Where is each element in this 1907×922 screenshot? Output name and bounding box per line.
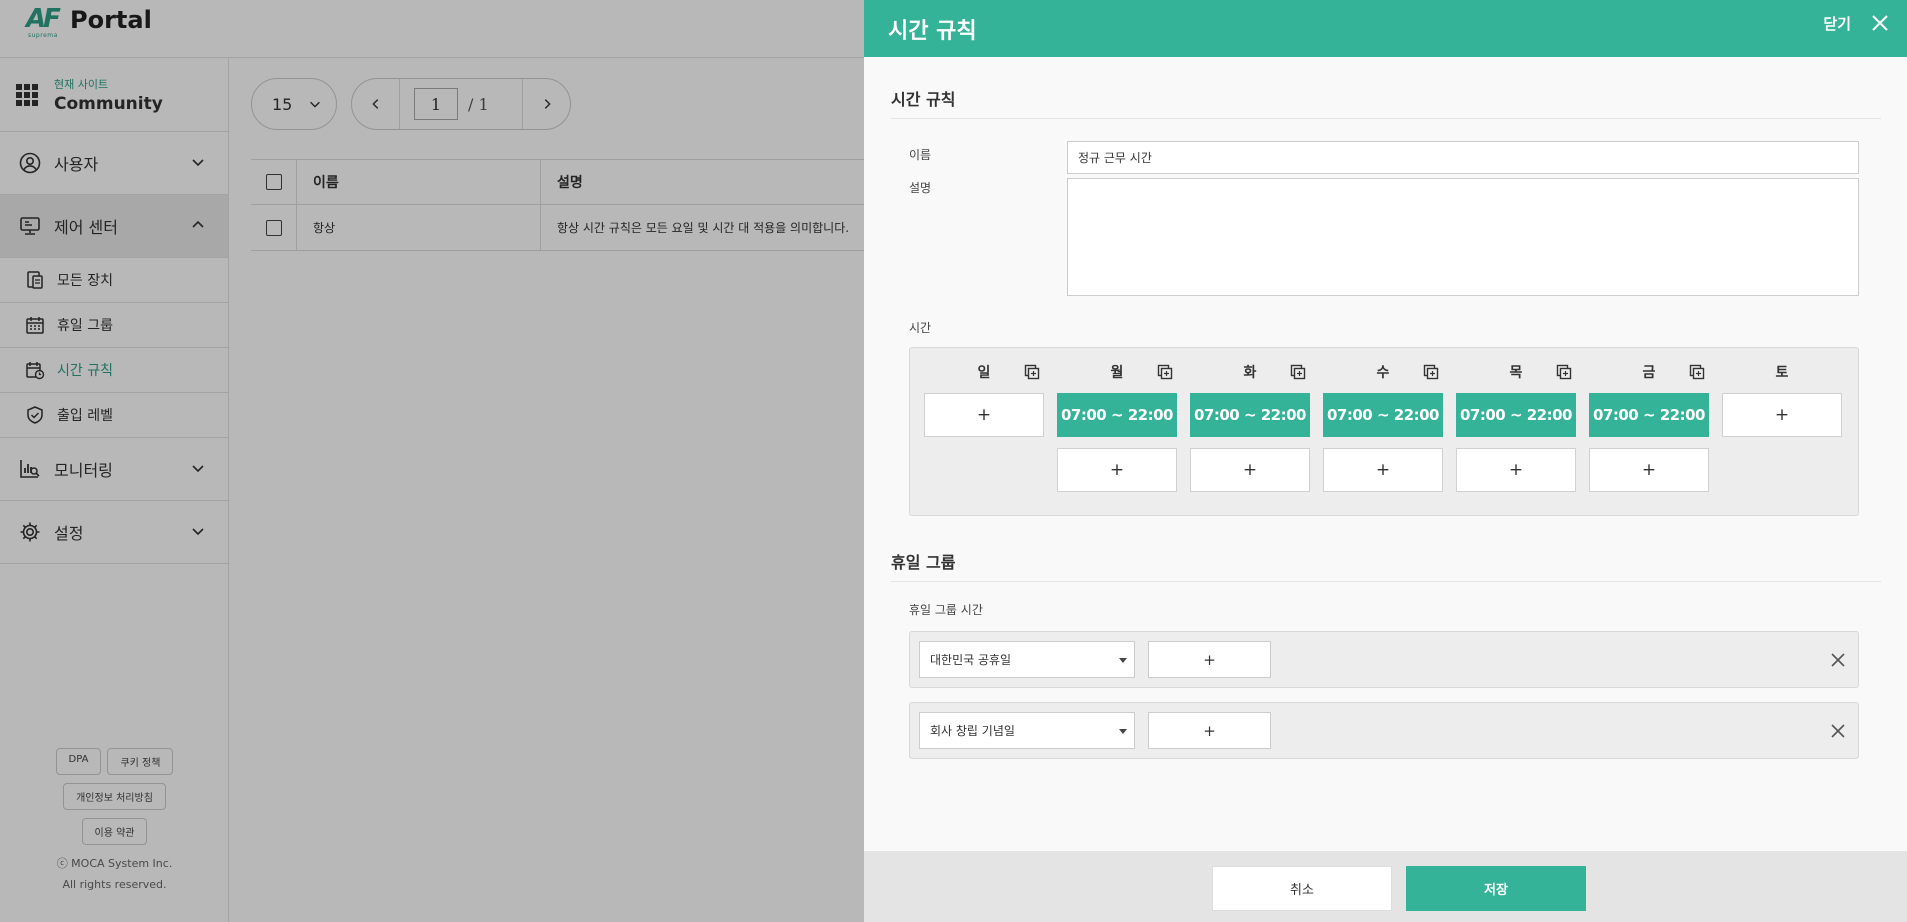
holiday-group-row: 회사 창립 기념일 + xyxy=(909,702,1859,759)
drawer-footer: 취소 저장 xyxy=(864,851,1907,922)
time-slot[interactable]: 07:00 ~ 22:00 xyxy=(1323,393,1443,437)
close-button[interactable]: 닫기 xyxy=(1823,13,1851,34)
save-button[interactable]: 저장 xyxy=(1406,866,1586,911)
caret-down-icon xyxy=(1119,729,1127,734)
add-holiday-time-button[interactable]: + xyxy=(1148,641,1271,678)
add-time-slot-button[interactable]: + xyxy=(1456,448,1576,492)
copy-icon[interactable] xyxy=(1556,364,1572,380)
day-header: 목 xyxy=(1456,362,1576,382)
add-time-slot-button[interactable]: + xyxy=(924,393,1044,437)
add-time-slot-button[interactable]: + xyxy=(1722,393,1842,437)
weekly-schedule: 일 + 월 07:00 ~ 22:00 + 화 07:00 ~ 22:00 + xyxy=(909,347,1859,516)
time-slot[interactable]: 07:00 ~ 22:00 xyxy=(1190,393,1310,437)
day-name: 토 xyxy=(1775,365,1789,381)
time-label: 시간 xyxy=(909,321,932,335)
drawer-header: 시간 규칙 닫기 xyxy=(864,0,1907,57)
holiday-group-value: 대한민국 공휴일 xyxy=(930,653,1012,667)
caret-down-icon xyxy=(1119,658,1127,663)
day-header: 일 xyxy=(924,362,1044,382)
cancel-button[interactable]: 취소 xyxy=(1212,866,1392,911)
holiday-time-label: 휴일 그룹 시간 xyxy=(909,603,983,617)
section-divider xyxy=(891,118,1881,119)
description-label: 설명 xyxy=(909,181,932,195)
add-holiday-time-button[interactable]: + xyxy=(1148,712,1271,749)
time-rule-drawer: 시간 규칙 닫기 시간 규칙 이름 정규 근무 시간 설명 시간 일 + 월 0… xyxy=(864,0,1907,922)
delete-x-icon[interactable] xyxy=(1830,652,1846,668)
day-header: 월 xyxy=(1057,362,1177,382)
delete-x-icon[interactable] xyxy=(1830,723,1846,739)
copy-icon[interactable] xyxy=(1024,364,1040,380)
add-time-slot-button[interactable]: + xyxy=(1057,448,1177,492)
section-title-time-rule: 시간 규칙 xyxy=(891,90,956,109)
copy-icon[interactable] xyxy=(1423,364,1439,380)
day-header: 금 xyxy=(1589,362,1709,382)
description-textarea[interactable] xyxy=(1067,178,1859,296)
time-slot[interactable]: 07:00 ~ 22:00 xyxy=(1057,393,1177,437)
holiday-group-select[interactable]: 대한민국 공휴일 xyxy=(919,641,1135,678)
day-header: 수 xyxy=(1323,362,1443,382)
holiday-group-row: 대한민국 공휴일 + xyxy=(909,631,1859,688)
drawer-title: 시간 규칙 xyxy=(888,18,977,44)
holiday-group-select[interactable]: 회사 창립 기념일 xyxy=(919,712,1135,749)
add-time-slot-button[interactable]: + xyxy=(1323,448,1443,492)
close-icon[interactable] xyxy=(1869,12,1891,34)
modal-backdrop[interactable] xyxy=(0,0,864,922)
name-label: 이름 xyxy=(909,148,932,162)
time-slot[interactable]: 07:00 ~ 22:00 xyxy=(1589,393,1709,437)
add-time-slot-button[interactable]: + xyxy=(1589,448,1709,492)
add-time-slot-button[interactable]: + xyxy=(1190,448,1310,492)
section-divider xyxy=(891,581,1881,582)
section-title-holiday: 휴일 그룹 xyxy=(891,553,956,572)
day-header: 토 xyxy=(1722,362,1842,382)
time-slot[interactable]: 07:00 ~ 22:00 xyxy=(1456,393,1576,437)
copy-icon[interactable] xyxy=(1157,364,1173,380)
holiday-group-value: 회사 창립 기념일 xyxy=(930,724,1015,738)
name-input[interactable]: 정규 근무 시간 xyxy=(1067,141,1859,174)
day-header: 화 xyxy=(1190,362,1310,382)
copy-icon[interactable] xyxy=(1689,364,1705,380)
copy-icon[interactable] xyxy=(1290,364,1306,380)
